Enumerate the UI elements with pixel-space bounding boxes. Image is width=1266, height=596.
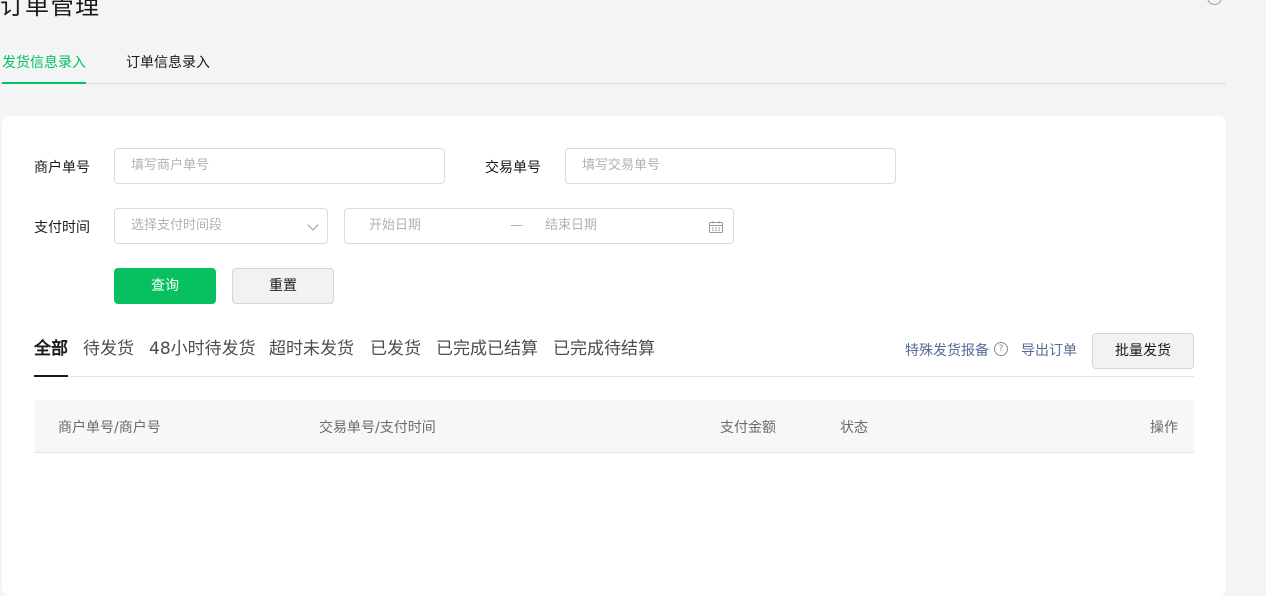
search-button[interactable]: 查询 (114, 268, 216, 304)
status-tabs: 全部 待发货 48小时待发货 超时未发货 已发货 已完成已结算 已完成待结算 (34, 330, 1194, 377)
page-title: 订单管理 (0, 0, 100, 20)
merchant-order-input[interactable]: 填写商户单号 (114, 148, 445, 184)
pay-time-select[interactable]: 选择支付时间段 (114, 208, 328, 244)
pay-time-select-value: 选择支付时间段 (131, 218, 223, 233)
merchant-order-label: 商户单号 (34, 160, 90, 176)
status-tab-completed-settled[interactable]: 已完成已结算 (436, 334, 538, 375)
export-orders-link[interactable]: 导出订单 (1021, 340, 1077, 360)
start-date-field[interactable]: 开始日期 (369, 209, 421, 243)
column-status: 状态 (840, 420, 868, 436)
end-date-field[interactable]: 结束日期 (545, 209, 597, 243)
status-tab-48h-pending[interactable]: 48小时待发货 (149, 334, 256, 375)
table-header: 商户单号/商户号 交易单号/支付时间 支付金额 状态 操作 (34, 400, 1194, 453)
status-tab-overdue[interactable]: 超时未发货 (269, 334, 354, 375)
special-report-link[interactable]: 特殊发货报备 (905, 340, 989, 360)
top-tabs: 发货信息录入 订单信息录入 (0, 48, 1226, 84)
tab-shipping-info[interactable]: 发货信息录入 (2, 52, 86, 84)
batch-ship-button[interactable]: 批量发货 (1092, 333, 1194, 369)
status-tab-pending[interactable]: 待发货 (83, 334, 134, 375)
column-merchant-order: 商户单号/商户号 (58, 420, 161, 436)
date-range-separator: — (510, 218, 523, 233)
calendar-icon (709, 221, 723, 233)
column-amount: 支付金额 (720, 420, 776, 436)
help-icon[interactable]: ? (994, 342, 1008, 356)
chevron-down-icon (307, 219, 319, 231)
status-tab-completed-unsettled[interactable]: 已完成待结算 (553, 334, 655, 375)
reset-button[interactable]: 重置 (232, 268, 334, 304)
status-tab-all[interactable]: 全部 (34, 334, 68, 377)
status-tab-shipped[interactable]: 已发货 (370, 334, 421, 375)
help-corner-icon[interactable]: ? (1207, 0, 1222, 5)
pay-time-label: 支付时间 (34, 220, 90, 236)
transaction-no-input[interactable]: 填写交易单号 (565, 148, 896, 184)
tab-order-info[interactable]: 订单信息录入 (126, 52, 210, 82)
date-range-picker[interactable]: 开始日期 — 结束日期 (344, 208, 734, 244)
content-card: 商户单号 填写商户单号 交易单号 填写交易单号 支付时间 选择支付时间段 开始日… (2, 116, 1226, 596)
column-transaction-pay-time: 交易单号/支付时间 (319, 420, 436, 436)
column-actions: 操作 (1150, 420, 1178, 436)
transaction-no-label: 交易单号 (485, 160, 541, 176)
